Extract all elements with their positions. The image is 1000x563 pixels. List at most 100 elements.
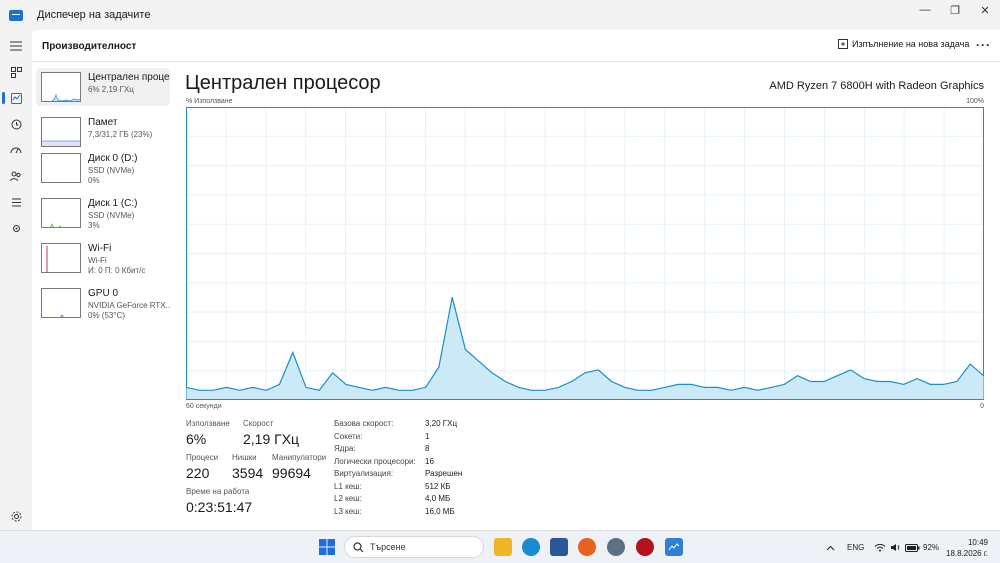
language-indicator[interactable]: ENG [847,531,864,563]
clock-time: 10:49 [967,538,988,547]
resource-name: Централен процесор [88,72,170,83]
title-bar: Диспечер на задачите — ❐ ✕ [0,0,1000,30]
run-new-task-button[interactable]: Изпълнение на нова задача [838,39,969,49]
services-icon[interactable] [8,220,24,236]
stat-label: Време на работа [186,487,250,496]
stat-value: 2,19 ГХц [243,431,300,447]
property-key: L2 кеш: [334,494,362,503]
users-icon[interactable] [8,168,24,184]
cpu-thumbnail [41,72,81,102]
property-key: Базова скорост: [334,419,394,428]
startup-apps-icon[interactable] [8,142,24,158]
stat-label: Използване [186,419,230,428]
disk1-thumbnail [41,198,81,228]
close-button[interactable]: ✕ [970,0,1000,20]
gpu-thumbnail [41,288,81,318]
edge-icon[interactable] [522,538,540,556]
property-key: L1 кеш: [334,481,362,491]
axis-label-max: 100% [966,98,984,105]
stat-label: Нишки [232,453,257,462]
stat-speed: Скорост 2,19 ГХц [243,419,299,447]
stat-uptime: Време на работа 0:23:51:47 [186,487,252,515]
more-options-button[interactable]: ··· [976,38,991,52]
details-icon[interactable] [8,194,24,210]
property-value: 1 [425,431,430,441]
property-value: 512 КБ [425,481,451,491]
resource-sub: SSD (NVMe) [88,166,135,175]
volume-tray-icon[interactable] [890,531,901,563]
resource-sub: NVIDIA GeForce RTX... [88,301,170,310]
memory-thumbnail [41,117,81,147]
resource-item-wifi[interactable]: Wi-Fi Wi-Fi И: 0 П: 0 Кбит/с [36,239,170,277]
hamburger-menu-icon[interactable] [8,38,24,54]
axis-label-usage: % Използване [186,98,233,105]
resource-name: Диск 0 (D:) [88,153,138,164]
resource-item-disk0[interactable]: Диск 0 (D:) SSD (NVMe) 0% [36,149,170,187]
battery-icon [905,543,920,552]
wifi-tray-icon[interactable] [874,531,886,563]
disk0-thumbnail [41,153,81,183]
clock-date: 18.8.2026 г. [946,549,988,558]
performance-icon[interactable] [2,90,24,106]
battery-tray[interactable]: 92% [905,531,939,563]
property-value: Разрешен [425,469,463,478]
chevron-up-icon [826,545,835,550]
processes-icon[interactable] [8,64,24,80]
stat-label: Манипулатори [272,453,327,462]
cpu-usage-chart [186,107,984,400]
page-title: Производителност [42,41,137,52]
stat-usage: Използване 6% [186,419,230,447]
stat-value: 0:23:51:47 [186,499,253,515]
resource-item-cpu[interactable]: Централен процесор 6% 2,19 ГХц [36,68,170,106]
search-placeholder: Търсене [370,542,406,552]
window-title: Диспечер на задачите [37,9,151,21]
resource-value: 3% [88,221,100,230]
stat-handles: Манипулатори 99694 [272,453,326,481]
resource-value: И: 0 П: 0 Кбит/с [88,266,146,275]
nav-rail [0,30,32,530]
resource-sub: 6% 2,19 ГХц [88,85,134,94]
stat-value: 99694 [272,465,311,481]
app-red-icon[interactable] [636,538,654,556]
task-manager-icon[interactable] [665,538,683,556]
maximize-button[interactable]: ❐ [940,0,970,20]
app-history-icon[interactable] [8,116,24,132]
axis-label-zero: 0 [980,403,984,410]
minimize-button[interactable]: — [910,0,940,20]
resource-sub: 7,3/31,2 ГБ (23%) [88,130,153,139]
page-header: Производителност Изпълнение на нова зада… [32,30,1000,62]
battery-percent: 92% [923,543,940,552]
store-icon[interactable] [550,538,568,556]
resource-item-memory[interactable]: Памет 7,3/31,2 ГБ (23%) [36,113,170,151]
property-value: 16,0 МБ [425,506,455,516]
taskbar: Търсене ENG 92% 10:49 18.8.2026 г. [0,530,1000,563]
file-explorer-icon[interactable] [494,538,512,556]
property-value: 3,20 ГХц [425,419,458,428]
show-hidden-icons-button[interactable] [826,531,835,563]
stat-value: 6% [186,431,207,447]
resource-sub: Wi-Fi [88,256,107,265]
property-value: 8 [425,444,430,453]
taskbar-search-input[interactable]: Търсене [344,536,484,558]
resource-name: Диск 1 (C:) [88,198,138,209]
stat-label: Процеси [186,453,219,462]
start-icon[interactable] [318,538,336,556]
detail-title: Централен процесор [185,72,381,94]
resource-item-gpu[interactable]: GPU 0 NVIDIA GeForce RTX... 0% (53°C) [36,284,170,322]
resource-sub: SSD (NVMe) [88,211,135,220]
settings-app-icon[interactable] [607,538,625,556]
property-key: Виртуализация: [334,469,394,478]
property-key: Логически процесори: [334,456,416,466]
taskbar-clock[interactable]: 10:49 18.8.2026 г. [946,537,988,559]
resource-item-disk1[interactable]: Диск 1 (C:) SSD (NVMe) 3% [36,194,170,232]
property-key: Ядра: [334,444,356,453]
stat-processes: Процеси 220 [186,453,218,481]
resource-name: GPU 0 [88,288,119,299]
resource-name: Памет [88,117,118,128]
settings-icon[interactable] [8,508,24,524]
main-panel: Производителност Изпълнение на нова зада… [32,30,1000,530]
property-key: Сокети: [334,431,363,441]
property-key: L3 кеш: [334,506,362,516]
cpu-model: AMD Ryzen 7 6800H with Radeon Graphics [769,80,984,92]
firefox-icon[interactable] [578,538,596,556]
